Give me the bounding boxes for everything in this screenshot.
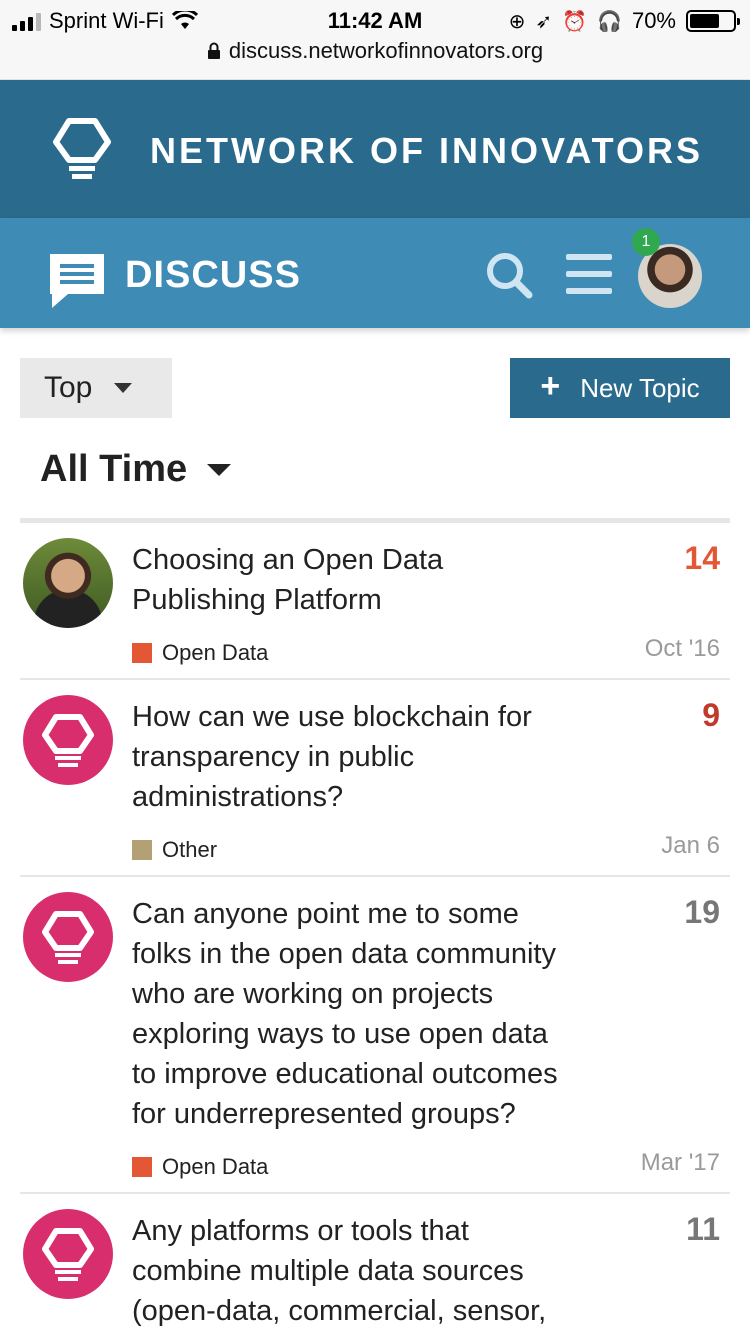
- topic-title[interactable]: Choosing an Open Data Publishing Platform: [132, 540, 622, 620]
- lightbulb-hexagon-icon[interactable]: [52, 116, 112, 180]
- topic-title-line: transparency in public: [132, 741, 415, 773]
- topic-row[interactable]: Choosing an Open Data Publishing Platform…: [20, 523, 730, 680]
- reply-count[interactable]: 14: [684, 540, 720, 577]
- topic-title-line: Publishing Platform: [132, 584, 382, 616]
- period-dropdown[interactable]: All Time: [40, 448, 232, 491]
- category-label: Open Data: [162, 1154, 269, 1179]
- topic-title-line: folks in the open data community: [132, 938, 556, 970]
- topic-title-line: (open-data, commercial, sensor,: [132, 1295, 547, 1327]
- sort-dropdown[interactable]: Top: [20, 358, 172, 418]
- poster-avatar-logo[interactable]: [23, 1209, 113, 1299]
- category-label: Other: [162, 837, 218, 862]
- activity-date[interactable]: Mar '17: [641, 1149, 720, 1177]
- poster-avatar-logo[interactable]: [23, 892, 113, 982]
- discuss-title[interactable]: DISCUSS: [125, 254, 301, 297]
- lightbulb-hexagon-icon: [42, 714, 94, 767]
- topic-title-line: exploring ways to use open data: [132, 1018, 548, 1050]
- reply-count[interactable]: 19: [684, 894, 720, 931]
- caret-down-icon: [207, 463, 232, 476]
- lock-icon: [207, 42, 220, 59]
- topic-title-line: Choosing an Open Data: [132, 544, 444, 576]
- headphones-icon: 🎧: [597, 10, 622, 33]
- topic-title-line: for underrepresented groups?: [132, 1098, 516, 1130]
- reply-count[interactable]: 11: [686, 1211, 720, 1248]
- topic-title-line: Can anyone point me to some: [132, 898, 519, 930]
- location-icon: ➶: [535, 10, 553, 33]
- poster-avatar-logo[interactable]: [23, 695, 113, 785]
- category-badge[interactable]: Other: [132, 837, 217, 863]
- topic-title-line: to improve educational outcomes: [132, 1058, 558, 1090]
- brand-title[interactable]: NETWORK OF INNOVATORS: [150, 130, 703, 172]
- activity-date[interactable]: Oct '16: [645, 635, 720, 663]
- topic-title-line: who are working on projects: [132, 978, 494, 1010]
- category-label: Open Data: [162, 640, 269, 665]
- new-topic-label: New Topic: [580, 372, 700, 403]
- topic-row[interactable]: Can anyone point me to some folks in the …: [20, 877, 730, 1194]
- battery-icon: [686, 10, 740, 32]
- plus-icon: +: [540, 367, 561, 405]
- search-icon[interactable]: [484, 250, 534, 300]
- lightbulb-hexagon-icon: [42, 911, 94, 964]
- category-color-swatch: [132, 1157, 152, 1177]
- topic-row[interactable]: Any platforms or tools that combine multi…: [20, 1194, 730, 1334]
- caret-down-icon: [114, 383, 133, 393]
- period-label: All Time: [40, 448, 188, 490]
- status-bar: Sprint Wi-Fi 11:42 AM ⊕ ➶ ⏰ 🎧 70% discus…: [0, 0, 750, 80]
- sort-label: Top: [44, 371, 93, 404]
- chat-bubble-icon[interactable]: [46, 250, 108, 312]
- poster-avatar[interactable]: [23, 538, 113, 628]
- topic-row[interactable]: How can we use blockchain for transparenc…: [20, 680, 730, 877]
- topic-title-line: Any platforms or tools that: [132, 1215, 469, 1247]
- category-badge[interactable]: Open Data: [132, 1154, 268, 1180]
- new-topic-button[interactable]: + New Topic: [510, 358, 730, 418]
- hamburger-menu-icon[interactable]: [566, 254, 612, 294]
- reply-count[interactable]: 9: [702, 697, 720, 734]
- battery-percent: 70%: [631, 8, 676, 33]
- notification-badge[interactable]: 1: [632, 228, 660, 256]
- rotation-lock-icon: ⊕: [508, 10, 526, 33]
- topic-title-line: How can we use blockchain for: [132, 701, 532, 733]
- alarm-icon: ⏰: [562, 10, 588, 33]
- discuss-header: DISCUSS 1: [0, 218, 750, 328]
- activity-date[interactable]: Jan 6: [661, 832, 720, 860]
- lightbulb-hexagon-icon: [42, 1228, 94, 1281]
- topic-title[interactable]: Any platforms or tools that combine multi…: [132, 1211, 622, 1331]
- topic-title[interactable]: Can anyone point me to some folks in the …: [132, 894, 622, 1134]
- url-text: discuss.networkofinnovators.org: [228, 38, 544, 63]
- category-badge[interactable]: Open Data: [132, 640, 268, 666]
- brand-header: NETWORK OF INNOVATORS: [0, 80, 750, 218]
- category-color-swatch: [132, 643, 152, 663]
- category-color-swatch: [132, 840, 152, 860]
- address-bar[interactable]: discuss.networkofinnovators.org: [0, 38, 750, 64]
- topic-title[interactable]: How can we use blockchain for transparenc…: [132, 697, 622, 817]
- topic-title-line: combine multiple data sources: [132, 1255, 524, 1287]
- topic-title-line: administrations?: [132, 781, 344, 813]
